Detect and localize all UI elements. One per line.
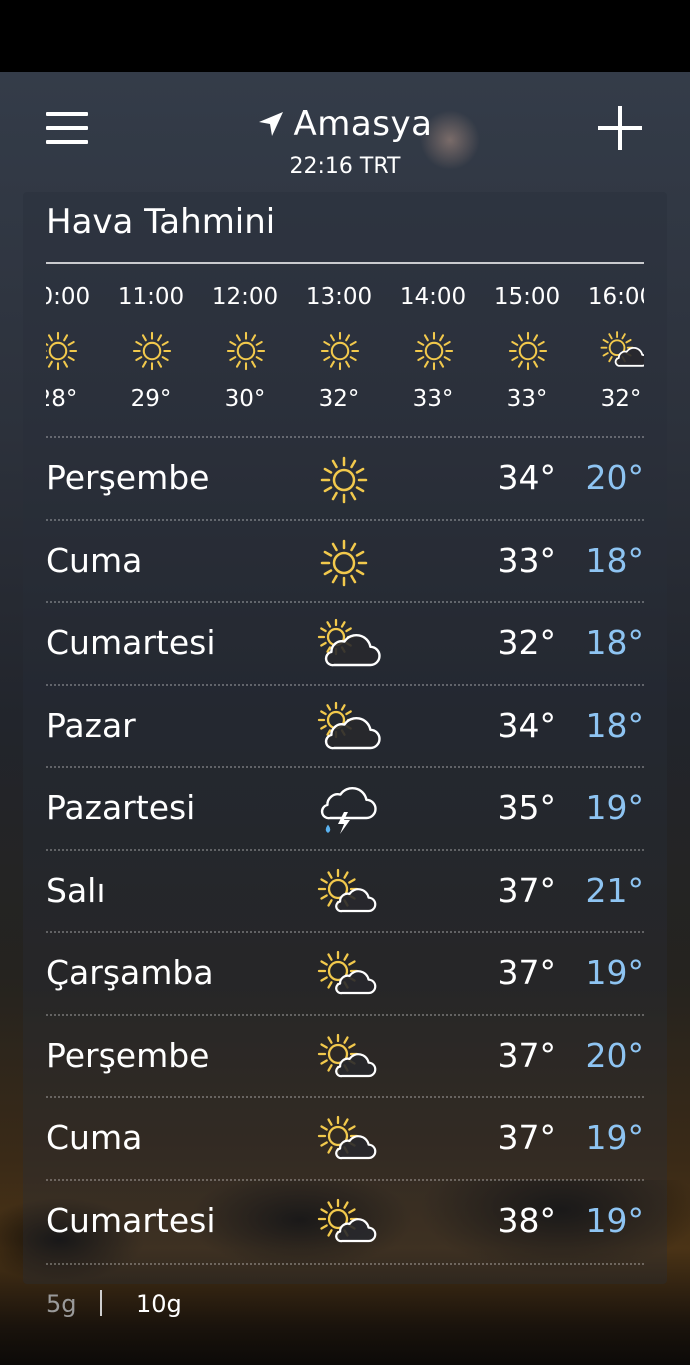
- hour-time: 12:00: [211, 284, 279, 310]
- hourly-item: 13:00 32°: [292, 272, 386, 422]
- low-temp: 21°: [585, 870, 645, 910]
- hour-temp: 33°: [412, 386, 454, 412]
- day-name: Cumartesi: [46, 623, 216, 662]
- low-temp: 20°: [585, 458, 645, 497]
- title-divider: [46, 262, 644, 264]
- hourly-item: 14:00 33°: [386, 272, 480, 422]
- hour-time: 10:00: [46, 284, 91, 310]
- daily-forecast-row[interactable]: Perşembe 34° 20°: [46, 436, 644, 520]
- thunderstorm-icon: [316, 782, 377, 838]
- hour-time: 13:00: [305, 284, 373, 310]
- low-temp: 20°: [585, 1035, 645, 1075]
- daily-forecast-row[interactable]: Cuma 37° 19°: [46, 1096, 644, 1180]
- day-name: Cuma: [46, 540, 143, 580]
- day-name: Cumartesi: [46, 1200, 216, 1240]
- daily-forecast-row[interactable]: Salı 37° 21°: [46, 848, 645, 933]
- day-name: Çarşamba: [46, 953, 214, 992]
- high-temp: 37°: [497, 1118, 557, 1157]
- sun-icon: [223, 328, 269, 374]
- hour-temp: 29°: [130, 386, 172, 412]
- low-temp: 18°: [585, 623, 645, 662]
- city-name: Amasya: [293, 104, 433, 144]
- partly-cloudy-icon: [316, 1030, 377, 1086]
- partly-cloudy-icon: [599, 328, 644, 374]
- hour-time: 11:00: [117, 284, 185, 310]
- hour-time: 15:00: [493, 284, 561, 310]
- hourly-item: 10:00 28°: [46, 272, 104, 422]
- partly-cloudy-icon: [316, 947, 377, 1003]
- low-temp: 19°: [585, 953, 645, 992]
- hourly-item: 16:00 32°: [574, 272, 644, 422]
- partly-cloudy-icon: [316, 865, 377, 921]
- daily-forecast-row[interactable]: Cuma 33° 18°: [46, 518, 645, 603]
- partly-cloudy-icon: [316, 1195, 377, 1251]
- mostly-cloudy-icon: [316, 617, 381, 673]
- hour-temp: 30°: [224, 386, 266, 412]
- high-temp: 34°: [497, 458, 557, 497]
- mostly-cloudy-icon: [316, 700, 381, 756]
- high-temp: 35°: [497, 788, 557, 827]
- sun-icon: [316, 535, 372, 591]
- hourly-item: 15:00 33°: [480, 272, 574, 422]
- daily-forecast-row[interactable]: Perşembe 37° 20°: [46, 1013, 645, 1098]
- hour-temp: 33°: [506, 386, 548, 412]
- tab-separator: [100, 1290, 102, 1316]
- add-city-button[interactable]: [598, 106, 642, 150]
- tab-5-day[interactable]: 5g: [46, 1290, 77, 1318]
- partly-cloudy-icon: [316, 1112, 377, 1168]
- day-name: Perşembe: [46, 1035, 210, 1075]
- day-name: Cuma: [46, 1118, 143, 1157]
- sun-icon: [411, 328, 457, 374]
- day-name: Pazartesi: [46, 788, 196, 827]
- low-temp: 19°: [585, 1200, 645, 1240]
- low-temp: 18°: [585, 705, 645, 745]
- hour-time: 16:00: [587, 284, 644, 310]
- daily-forecast-row[interactable]: Cumartesi 38° 19°: [46, 1178, 645, 1265]
- high-temp: 38°: [497, 1200, 557, 1240]
- daily-forecast-row[interactable]: Çarşamba 37° 19°: [46, 931, 644, 1015]
- city-selector[interactable]: Amasya: [0, 104, 690, 144]
- hourly-item: 12:00 30°: [198, 272, 292, 422]
- sun-icon: [129, 328, 175, 374]
- low-temp: 19°: [585, 1118, 645, 1157]
- local-time: 22:16 TRT: [289, 154, 401, 179]
- high-temp: 37°: [497, 870, 557, 910]
- sun-icon: [505, 328, 551, 374]
- low-temp: 18°: [585, 540, 645, 580]
- day-name: Salı: [46, 870, 106, 910]
- hour-temp: 32°: [318, 386, 360, 412]
- high-temp: 32°: [497, 623, 557, 662]
- low-temp: 19°: [585, 788, 645, 827]
- daily-forecast-row[interactable]: Cumartesi 32° 18°: [46, 601, 644, 685]
- daily-forecast-row[interactable]: Pazartesi 35° 19°: [46, 766, 644, 850]
- hourly-item: 11:00 29°: [104, 272, 198, 422]
- hourly-forecast-strip[interactable]: 10:00 28°11:00 29°12:00 30°13:00 32°14:0…: [46, 272, 644, 432]
- day-name: Pazar: [46, 705, 136, 745]
- plus-icon-stroke: [618, 106, 622, 150]
- hour-temp: 28°: [46, 386, 78, 412]
- high-temp: 37°: [497, 1035, 557, 1075]
- daily-forecast-row[interactable]: Pazar 34° 18°: [46, 683, 645, 768]
- header: Amasya 22:16 TRT: [0, 72, 690, 192]
- sun-icon: [317, 328, 363, 374]
- status-bar: [0, 0, 690, 72]
- hour-temp: 32°: [600, 386, 642, 412]
- sun-icon: [316, 452, 372, 508]
- sun-icon: [46, 328, 81, 374]
- high-temp: 37°: [497, 953, 557, 992]
- location-arrow-icon: [258, 112, 283, 136]
- tab-10-day[interactable]: 10g: [136, 1290, 182, 1318]
- day-name: Perşembe: [46, 458, 210, 497]
- high-temp: 33°: [497, 540, 557, 580]
- hour-time: 14:00: [399, 284, 467, 310]
- forecast-title: Hava Tahmini: [46, 202, 276, 242]
- high-temp: 34°: [497, 705, 557, 745]
